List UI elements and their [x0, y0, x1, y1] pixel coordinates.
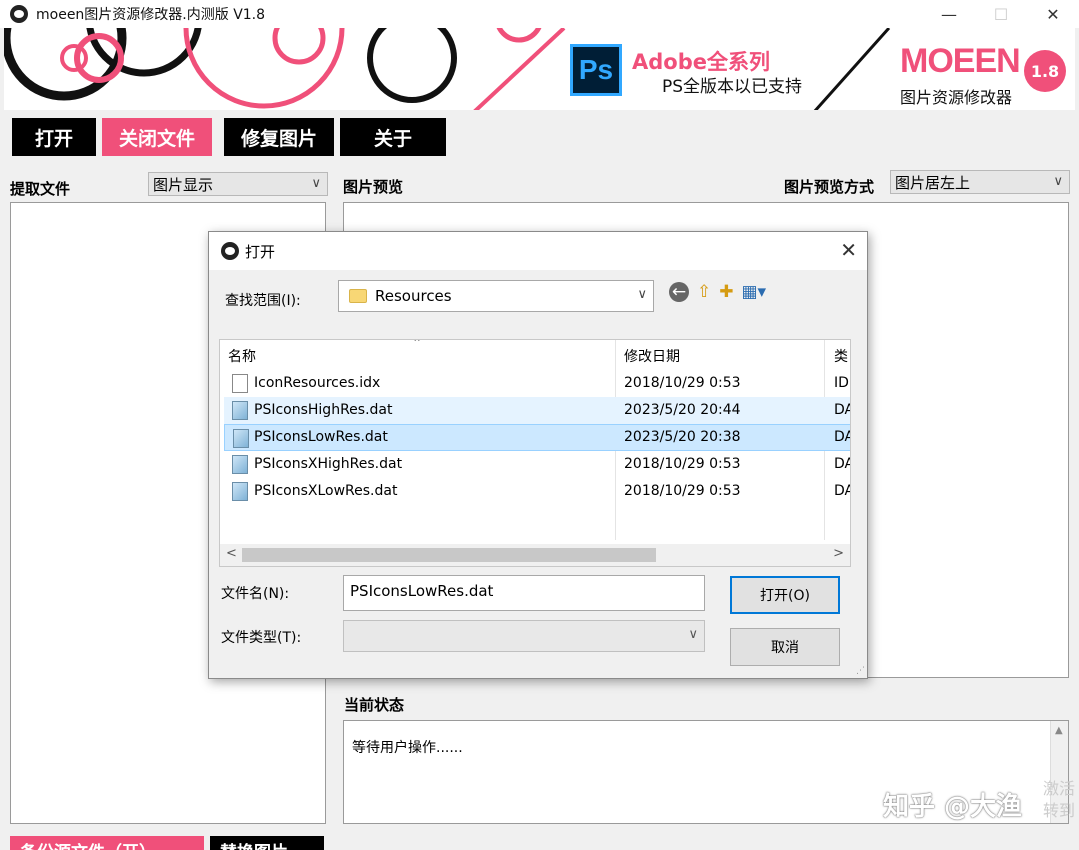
close-icon[interactable]: ✕ [840, 238, 857, 262]
file-date: 2018/10/29 0:53 [624, 375, 741, 391]
dat-file-icon [233, 429, 249, 448]
file-date: 2023/5/20 20:44 [624, 402, 741, 418]
file-row[interactable]: PSIconsXLowRes.dat 2018/10/29 0:53 DA [224, 478, 850, 505]
dialog-title-bar: 打开 ✕ [209, 232, 867, 270]
file-name: PSIconsHighRes.dat [254, 402, 393, 418]
look-in-label: 查找范围(I): [225, 293, 301, 309]
column-type[interactable]: 类 [834, 346, 848, 366]
file-icon [232, 374, 248, 393]
view-menu-icon[interactable]: ▦▾ [742, 282, 767, 302]
file-name: IconResources.idx [254, 375, 381, 391]
minimize-icon[interactable]: — [923, 0, 975, 28]
dat-file-icon [232, 401, 248, 420]
app-icon [10, 5, 28, 23]
preview-mode-label: 图片预览方式 [784, 178, 875, 196]
file-type: ID [834, 375, 849, 391]
up-folder-icon[interactable]: ⇧ [697, 282, 711, 302]
preview-mode-select[interactable]: 图片居左上 ∨ [890, 170, 1070, 194]
file-list-header: ⌃ 名称 修改日期 类 [220, 340, 850, 370]
file-type: DA [834, 402, 850, 418]
app-icon [221, 242, 239, 260]
chevron-down-icon: ∨ [311, 176, 321, 191]
file-row[interactable]: PSIconsHighRes.dat 2023/5/20 20:44 DA [224, 397, 850, 424]
sort-ascending-icon: ⌃ [412, 339, 423, 350]
display-mode-value: 图片显示 [153, 175, 214, 194]
file-type: DA [834, 429, 850, 445]
chevron-down-icon: ∨ [688, 627, 698, 642]
file-date: 2023/5/20 20:38 [624, 429, 741, 445]
banner-subline: PS全版本以已支持 [662, 77, 803, 97]
folder-icon [349, 289, 367, 303]
app-banner: Ps Adobe全系列 PS全版本以已支持 MOEEN 图片资源修改器 1.8 [4, 28, 1075, 112]
status-label: 当前状态 [344, 696, 405, 714]
watermark: 知乎 @大渔 [883, 792, 1023, 822]
column-name[interactable]: 名称 [228, 346, 256, 366]
dialog-open-button[interactable]: 打开(O) [730, 576, 840, 614]
scroll-right-icon[interactable]: > [833, 546, 844, 561]
scrollbar-thumb[interactable] [242, 548, 656, 562]
chevron-down-icon: ∨ [1053, 174, 1063, 189]
close-file-button[interactable]: 关闭文件 [102, 118, 212, 156]
scroll-up-icon[interactable]: ▲ [1055, 725, 1063, 736]
window-title: moeen图片资源修改器.内测版 V1.8 [36, 7, 266, 23]
status-text: 等待用户操作...... [352, 740, 463, 756]
about-button[interactable]: 关于 [340, 118, 446, 156]
brand-logo: MOEEN [900, 42, 1021, 80]
column-date[interactable]: 修改日期 [624, 346, 680, 366]
repair-image-button[interactable]: 修复图片 [224, 118, 334, 156]
close-icon[interactable]: ✕ [1027, 0, 1079, 28]
dat-file-icon [232, 455, 248, 474]
filetype-select[interactable]: ∨ [343, 620, 705, 652]
maximize-icon[interactable]: ☐ [975, 0, 1027, 28]
file-name: PSIconsLowRes.dat [254, 429, 388, 445]
preview-mode-value: 图片居左上 [895, 173, 971, 192]
version-badge: 1.8 [1024, 50, 1066, 92]
filename-input[interactable]: PSIconsLowRes.dat [343, 575, 705, 611]
brand-subtitle: 图片资源修改器 [900, 88, 1013, 107]
preview-label: 图片预览 [343, 178, 404, 196]
filename-label: 文件名(N): [221, 586, 290, 602]
activation-watermark: 激活 转到 [1043, 779, 1076, 820]
filetype-label: 文件类型(T): [221, 630, 302, 646]
file-row-selected[interactable]: PSIconsLowRes.dat 2023/5/20 20:38 DA [224, 424, 850, 451]
file-date: 2018/10/29 0:53 [624, 456, 741, 472]
bottom-buttons: 备份源文件（开） 替换图片 [10, 836, 324, 850]
display-mode-select[interactable]: 图片显示 ∨ [148, 172, 328, 196]
backup-source-button[interactable]: 备份源文件（开） [10, 836, 204, 850]
new-folder-icon[interactable]: ✚ [719, 282, 733, 302]
file-type: DA [834, 456, 850, 472]
file-date: 2018/10/29 0:53 [624, 483, 741, 499]
open-file-dialog: 打开 ✕ 查找范围(I): Resources ∨ ← ⇧ ✚ ▦▾ ⌃ 名称 … [208, 231, 868, 679]
window-title-bar: moeen图片资源修改器.内测版 V1.8 — ☐ ✕ [0, 0, 1079, 28]
chevron-down-icon: ∨ [637, 287, 647, 302]
file-name: PSIconsXLowRes.dat [254, 483, 398, 499]
file-row[interactable]: PSIconsXHighRes.dat 2018/10/29 0:53 DA [224, 451, 850, 478]
window-controls: — ☐ ✕ [923, 0, 1079, 28]
resize-grip-icon[interactable]: ⋰ [856, 666, 865, 676]
file-type: DA [834, 483, 850, 499]
look-in-select[interactable]: Resources ∨ [338, 280, 654, 312]
dialog-cancel-button[interactable]: 取消 [730, 628, 840, 666]
main-toolbar: 打开 关闭文件 修复图片 关于 [12, 118, 452, 156]
back-icon[interactable]: ← [669, 282, 689, 302]
dat-file-icon [232, 482, 248, 501]
dialog-nav-toolbar: ← ⇧ ✚ ▦▾ [669, 282, 774, 302]
scroll-left-icon[interactable]: < [226, 546, 237, 561]
file-name: PSIconsXHighRes.dat [254, 456, 403, 472]
horizontal-scrollbar[interactable]: < > [220, 544, 850, 566]
open-button[interactable]: 打开 [12, 118, 96, 156]
extract-files-label: 提取文件 [10, 180, 71, 198]
photoshop-icon: Ps [570, 44, 622, 96]
file-list[interactable]: ⌃ 名称 修改日期 类 IconResources.idx 2018/10/29… [219, 339, 851, 567]
replace-image-button[interactable]: 替换图片 [210, 836, 324, 850]
look-in-value: Resources [375, 287, 452, 305]
file-row[interactable]: IconResources.idx 2018/10/29 0:53 ID [224, 370, 850, 397]
dialog-title: 打开 [245, 242, 276, 261]
